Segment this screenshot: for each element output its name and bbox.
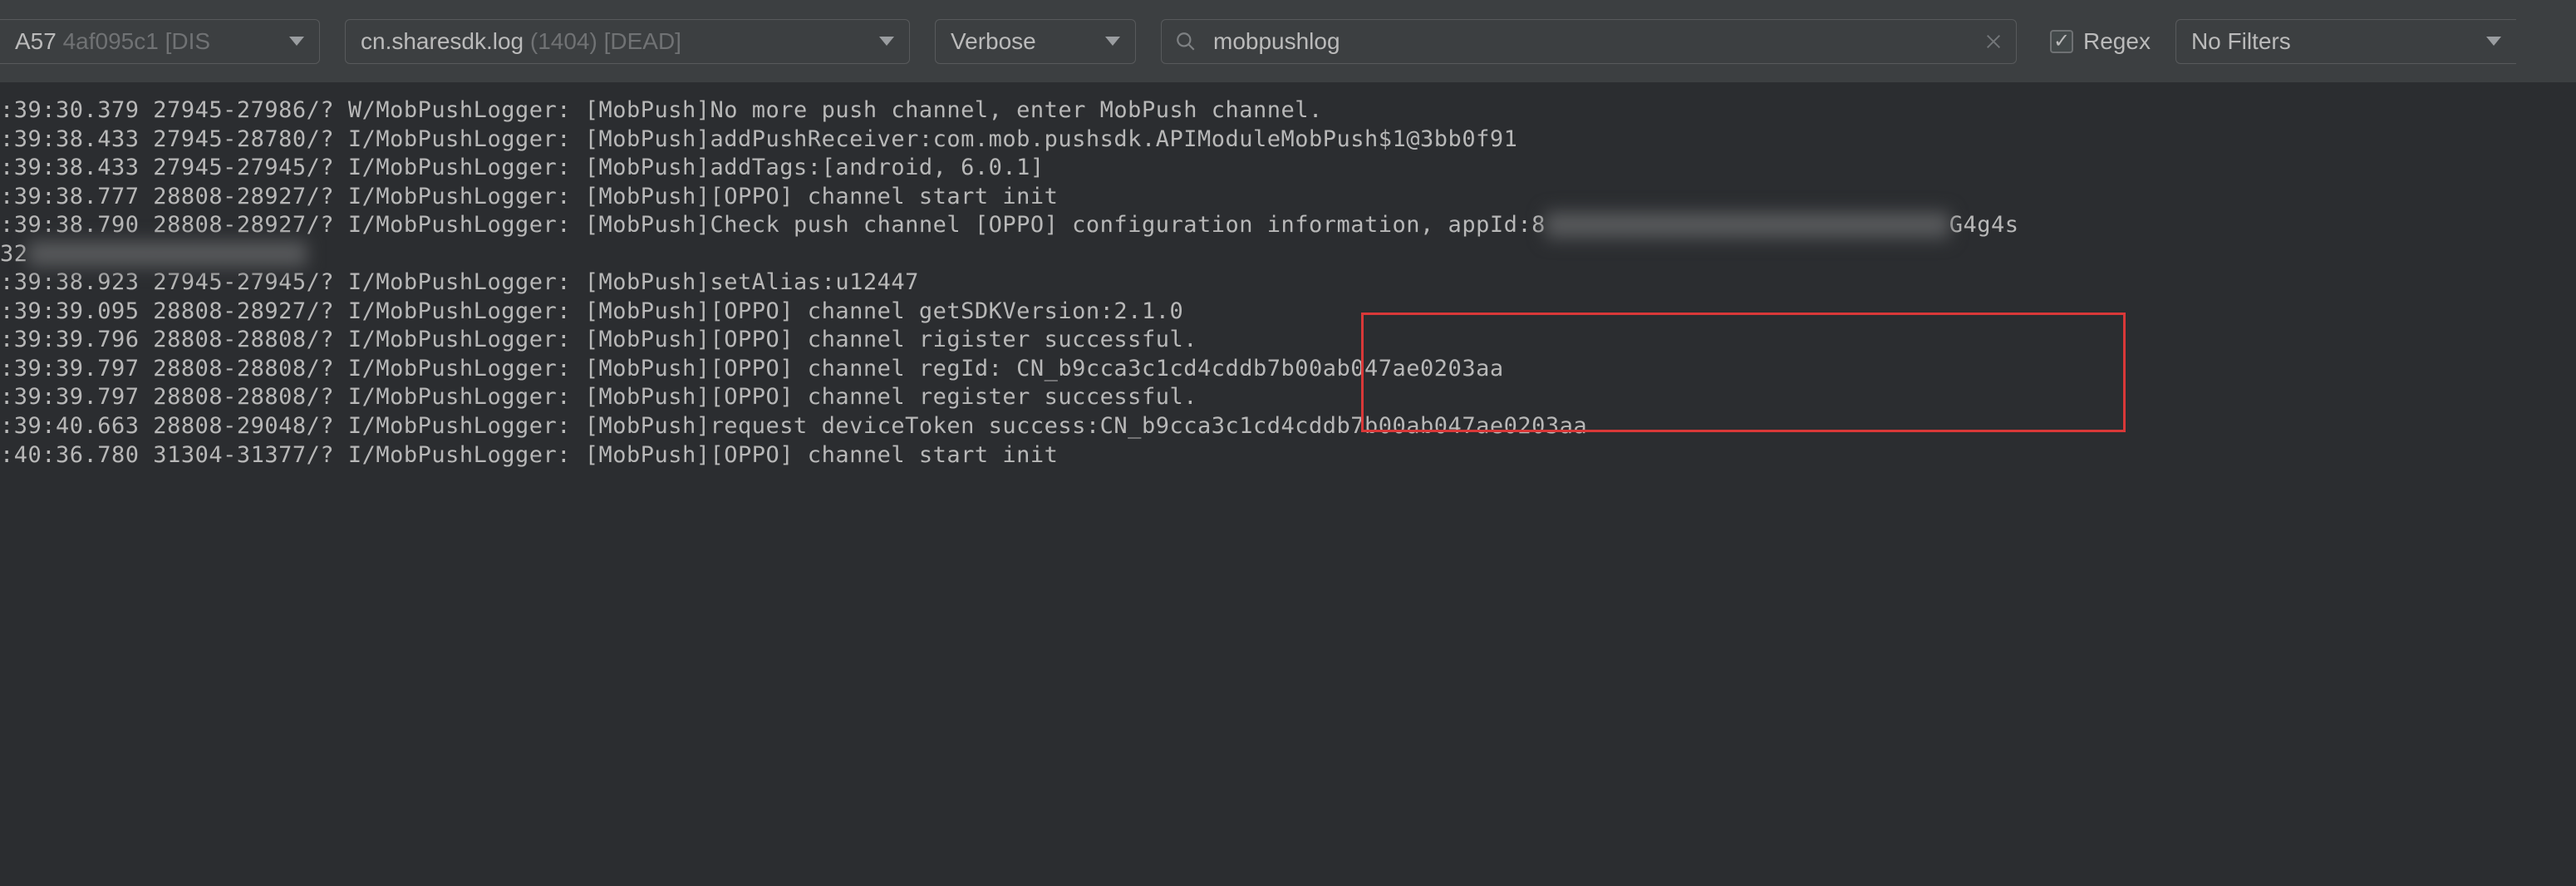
log-line: :39:39.796 28808-28808/? I/MobPushLogger… (0, 326, 2576, 355)
logcat-toolbar: A57 4af095c1 [DIS cn.sharesdk.log (1404)… (0, 0, 2576, 83)
process-selector[interactable]: cn.sharesdk.log (1404) [DEAD] (345, 19, 910, 64)
log-line: :39:38.433 27945-27945/? I/MobPushLogger… (0, 154, 2576, 183)
device-label: A57 4af095c1 [DIS (15, 28, 210, 55)
log-output: :39:30.379 27945-27986/? W/MobPushLogger… (0, 83, 2576, 470)
log-line: :40:36.780 31304-31377/? I/MobPushLogger… (0, 441, 2576, 470)
filter-selector[interactable]: No Filters (2175, 19, 2516, 64)
filter-label: No Filters (2191, 28, 2291, 55)
chevron-down-icon (289, 37, 304, 46)
log-line: :39:38.777 28808-28927/? I/MobPushLogger… (0, 183, 2576, 212)
log-line: :39:30.379 27945-27986/? W/MobPushLogger… (0, 96, 2576, 126)
log-line: :39:39.797 28808-28808/? I/MobPushLogger… (0, 383, 2576, 412)
search-container (1161, 19, 2017, 64)
log-line: 32XXXXXXXXXXXXXXXXXXXX (0, 240, 2576, 269)
log-line: :39:38.923 27945-27945/? I/MobPushLogger… (0, 268, 2576, 298)
log-line: :39:38.433 27945-28780/? I/MobPushLogger… (0, 126, 2576, 155)
device-selector[interactable]: A57 4af095c1 [DIS (0, 19, 320, 64)
chevron-down-icon (1105, 37, 1120, 46)
process-label: cn.sharesdk.log (1404) [DEAD] (361, 28, 681, 55)
log-line: :39:39.797 28808-28808/? I/MobPushLogger… (0, 355, 2576, 384)
log-line: :39:39.095 28808-28927/? I/MobPushLogger… (0, 298, 2576, 327)
checkbox-box: ✓ (2050, 30, 2073, 53)
regex-label: Regex (2083, 28, 2151, 55)
log-level-selector[interactable]: Verbose (935, 19, 1136, 64)
chevron-down-icon (879, 37, 894, 46)
log-line: :39:40.663 28808-29048/? I/MobPushLogger… (0, 412, 2576, 441)
check-icon: ✓ (2053, 32, 2070, 52)
log-line: :39:38.790 28808-28927/? I/MobPushLogger… (0, 211, 2576, 240)
chevron-down-icon (2486, 37, 2501, 46)
search-icon (1175, 31, 1197, 52)
clear-icon[interactable] (1984, 32, 2003, 51)
regex-checkbox[interactable]: ✓ Regex (2050, 28, 2151, 55)
log-level-label: Verbose (951, 28, 1036, 55)
search-input[interactable] (1213, 28, 1984, 55)
